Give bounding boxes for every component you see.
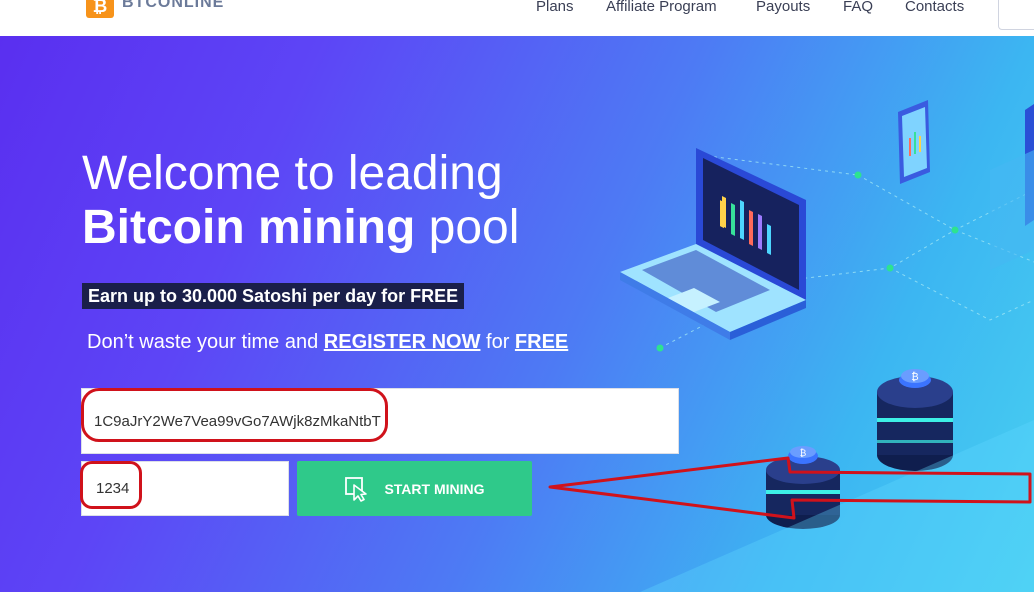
tagline-text: Don’t waste your time and [87,331,324,353]
nav-affiliate-program[interactable]: Affiliate Program [606,0,717,15]
start-mining-label: START MINING [384,480,485,497]
hero-tagline: Don’t waste your time and REGISTER NOW f… [87,331,568,354]
nav-payouts[interactable]: Payouts [756,0,810,15]
bitcoin-icon[interactable]: ₿ [86,0,114,18]
hero-title-bold: Bitcoin mining [82,201,416,254]
hero-title-rest: pool [415,201,520,254]
annotation-oval-wallet [81,388,388,442]
tagline-mid: for [480,331,515,353]
earn-banner: Earn up to 30.000 Satoshi per day for FR… [82,283,465,309]
top-navigation-bar: ₿ BTCONLINE Plans Affiliate Program Payo… [0,0,1034,36]
nav-plans[interactable]: Plans [536,0,574,15]
annotation-oval-pin [80,461,142,509]
free-link[interactable]: FREE [515,331,568,353]
register-now-link[interactable]: REGISTER NOW [324,331,481,353]
nav-faq[interactable]: FAQ [843,0,873,15]
cursor-click-icon [345,476,368,502]
hero-title-line1: Welcome to leading [82,147,503,200]
logo-text[interactable]: BTCONLINE [122,0,224,12]
nav-contacts[interactable]: Contacts [905,0,964,15]
header-action-button[interactable] [998,0,1034,30]
start-mining-button[interactable]: START MINING [297,461,532,516]
hero-title-line2: Bitcoin mining pool [82,200,519,256]
